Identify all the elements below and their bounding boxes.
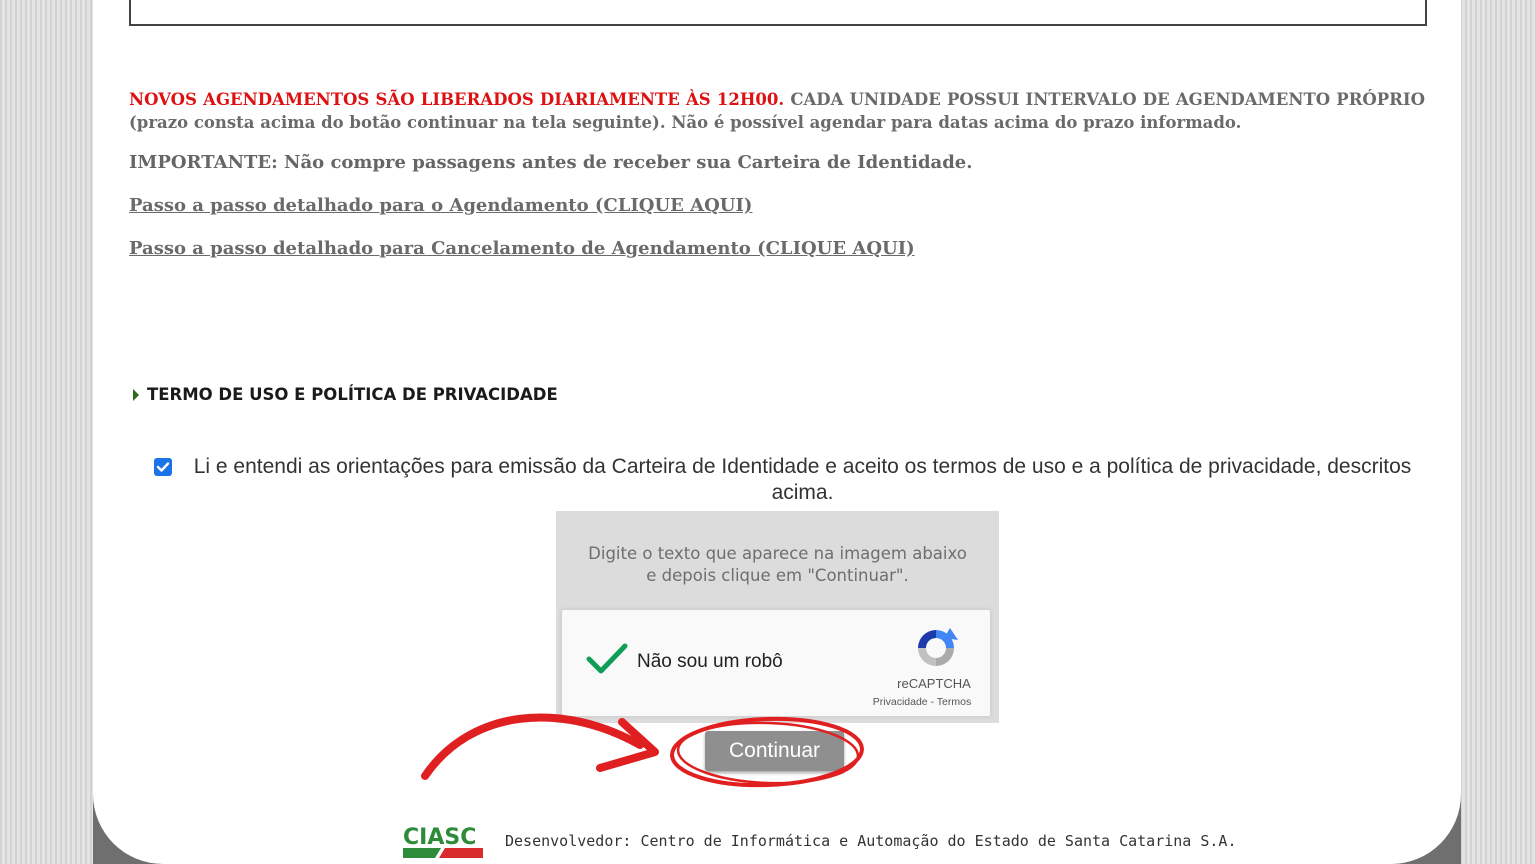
consent-row: Li e entendi as orientações para emissão… [150, 454, 1425, 506]
checkbox-check-icon [156, 462, 170, 472]
captcha-instruction: Digite o texto que aparece na imagem aba… [556, 543, 999, 587]
notice-red-text: NOVOS AGENDAMENTOS SÃO LIBERADOS DIARIAM… [129, 90, 785, 109]
recaptcha-links[interactable]: Privacidade - Termos [862, 696, 982, 708]
recaptcha-checkmark-icon[interactable] [586, 642, 628, 676]
scheduling-guide-link[interactable]: Passo a passo detalhado para o Agendamen… [129, 195, 752, 216]
consent-checkbox[interactable] [154, 458, 172, 476]
top-content-box [129, 0, 1427, 26]
cancellation-guide-link[interactable]: Passo a passo detalhado para Cancelament… [129, 238, 915, 259]
ciasc-logo-text: CIASC [403, 825, 476, 850]
recaptcha-widget: Não sou um robô reCAPTCHA Privacidade - … [561, 609, 991, 717]
ciasc-logo: CIASC [403, 825, 483, 858]
recaptcha-label: Não sou um robô [637, 651, 783, 672]
scheduling-notice: NOVOS AGENDAMENTOS SÃO LIBERADOS DIARIAM… [129, 88, 1425, 134]
developer-credit: Desenvolvedor: Centro de Informática e A… [505, 832, 1237, 850]
consent-text: Li e entendi as orientações para emissão… [193, 455, 1412, 504]
continue-button[interactable]: Continuar [705, 731, 844, 771]
expand-triangle-icon [133, 388, 139, 401]
captcha-instruction-line1: Digite o texto que aparece na imagem aba… [588, 544, 967, 563]
important-warning: IMPORTANTE: Não compre passagens antes d… [129, 152, 973, 173]
terms-section-title: TERMO DE USO E POLÍTICA DE PRIVACIDADE [147, 385, 558, 404]
recaptcha-brand: reCAPTCHA [897, 676, 971, 691]
captcha-container: Digite o texto que aparece na imagem aba… [556, 511, 999, 723]
captcha-instruction-line2: e depois clique em "Continuar". [646, 566, 909, 585]
terms-section-header[interactable]: TERMO DE USO E POLÍTICA DE PRIVACIDADE [133, 385, 558, 404]
recaptcha-logo-icon [918, 628, 958, 666]
